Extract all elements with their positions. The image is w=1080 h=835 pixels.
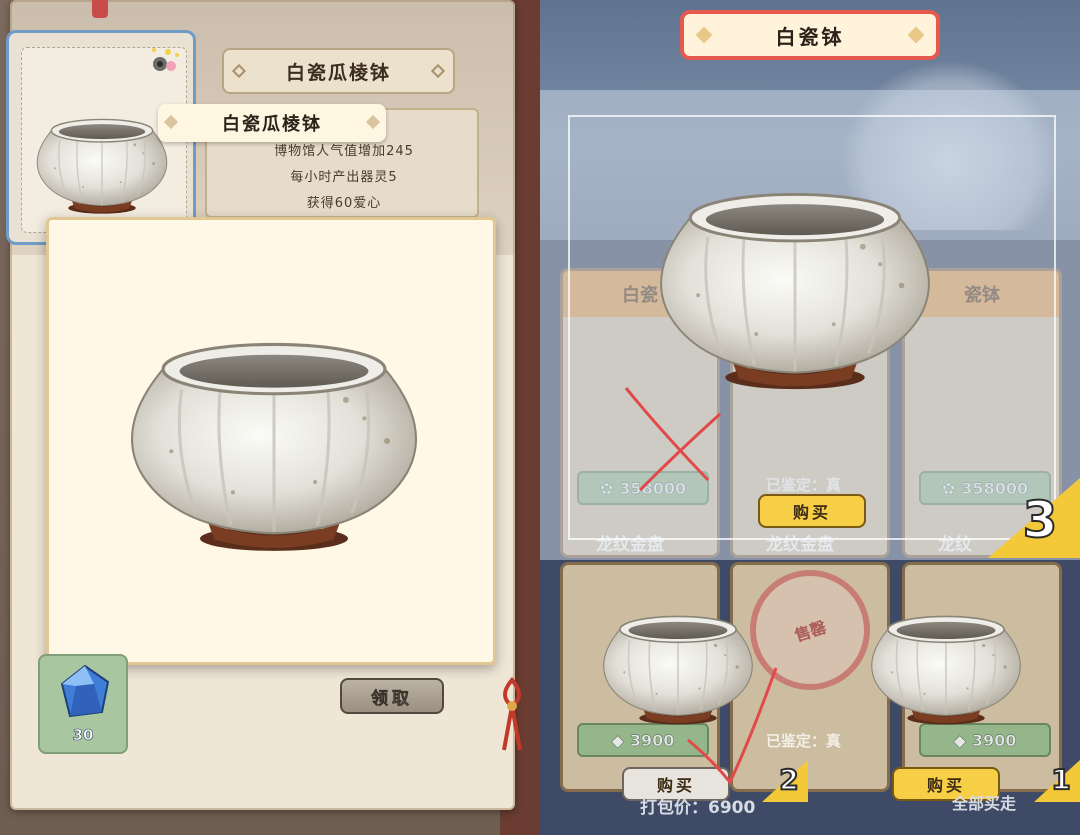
bowl-card-icon xyxy=(592,606,764,728)
tooltip-deco-icon xyxy=(163,114,179,130)
plaque-deco-icon xyxy=(430,63,446,79)
bowl-thumbnail-icon xyxy=(27,111,177,216)
banner-deco-icon xyxy=(695,26,713,44)
claim-button-label: 领取 xyxy=(371,688,413,709)
pack-price: 打包价：6900 xyxy=(640,798,756,818)
ribbon-icon xyxy=(92,0,108,18)
price-chip: ◆ 3900 xyxy=(577,723,709,757)
shop-header-banner: 白瓷钵 xyxy=(680,10,940,60)
tooltip-deco-icon xyxy=(365,114,381,130)
effect-line-spirit: 每小时产出器灵5 xyxy=(290,170,398,185)
gem-icon xyxy=(60,664,110,718)
item-title: 白瓷瓜棱钵 xyxy=(285,61,391,84)
buy-all-button[interactable]: 全部买走 xyxy=(952,790,1016,814)
item-title-plaque: 白瓷瓜棱钵 xyxy=(222,48,455,94)
item-detail-panel: 白瓷瓜棱钵 博物馆人气值增加245 每小时产出器灵5 获得60爱心 白瓷瓜棱钵 … xyxy=(0,0,540,835)
sold-out-stamp: 售罄 xyxy=(750,570,870,690)
item-zoom-popup[interactable] xyxy=(46,217,496,665)
effect-line-popularity: 博物馆人气值增加245 xyxy=(274,144,414,159)
bowl-preview-icon xyxy=(640,178,950,393)
rank-badge: 1 xyxy=(1050,762,1071,797)
claim-button[interactable]: 领取 xyxy=(340,678,444,714)
rank-badge-large: 3 xyxy=(1022,490,1059,550)
red-knot-icon xyxy=(502,676,522,751)
tooltip-title: 白瓷瓜棱钵 xyxy=(222,114,322,135)
buy-button-label: 购买 xyxy=(792,503,831,522)
verified-status: 已鉴定：真 xyxy=(766,732,842,750)
shop-header-title: 白瓷钵 xyxy=(775,24,845,49)
stamp-label: 售罄 xyxy=(792,617,829,646)
card-price: 3900 xyxy=(629,730,675,750)
reward-count: 30 xyxy=(72,726,94,745)
bowl-large-icon xyxy=(109,328,439,554)
reward-slot: 30 xyxy=(38,654,128,754)
reward-area: 30 领取 xyxy=(20,640,490,755)
item-name-tooltip: 白瓷瓜棱钵 xyxy=(158,104,386,142)
buy-button-top[interactable]: 购买 xyxy=(758,494,866,528)
banner-deco-icon xyxy=(907,26,925,44)
sparkle-icon xyxy=(152,48,179,71)
bowl-card-icon xyxy=(860,606,1032,728)
card-price: 3900 xyxy=(971,730,1017,750)
gem-small-icon: ◆ xyxy=(953,730,966,750)
plaque-deco-icon xyxy=(231,63,247,79)
price-chip: ◆ 3900 xyxy=(919,723,1051,757)
gem-small-icon: ◆ xyxy=(611,730,624,750)
rank-badge: 2 xyxy=(778,762,799,797)
effect-line-hearts: 获得60爱心 xyxy=(306,196,382,211)
shop-panel: 白瓷 ✿ 358000 瓷钵 ✿ 358000 ◆ 3900 ◆ 3900 售罄… xyxy=(540,0,1080,835)
